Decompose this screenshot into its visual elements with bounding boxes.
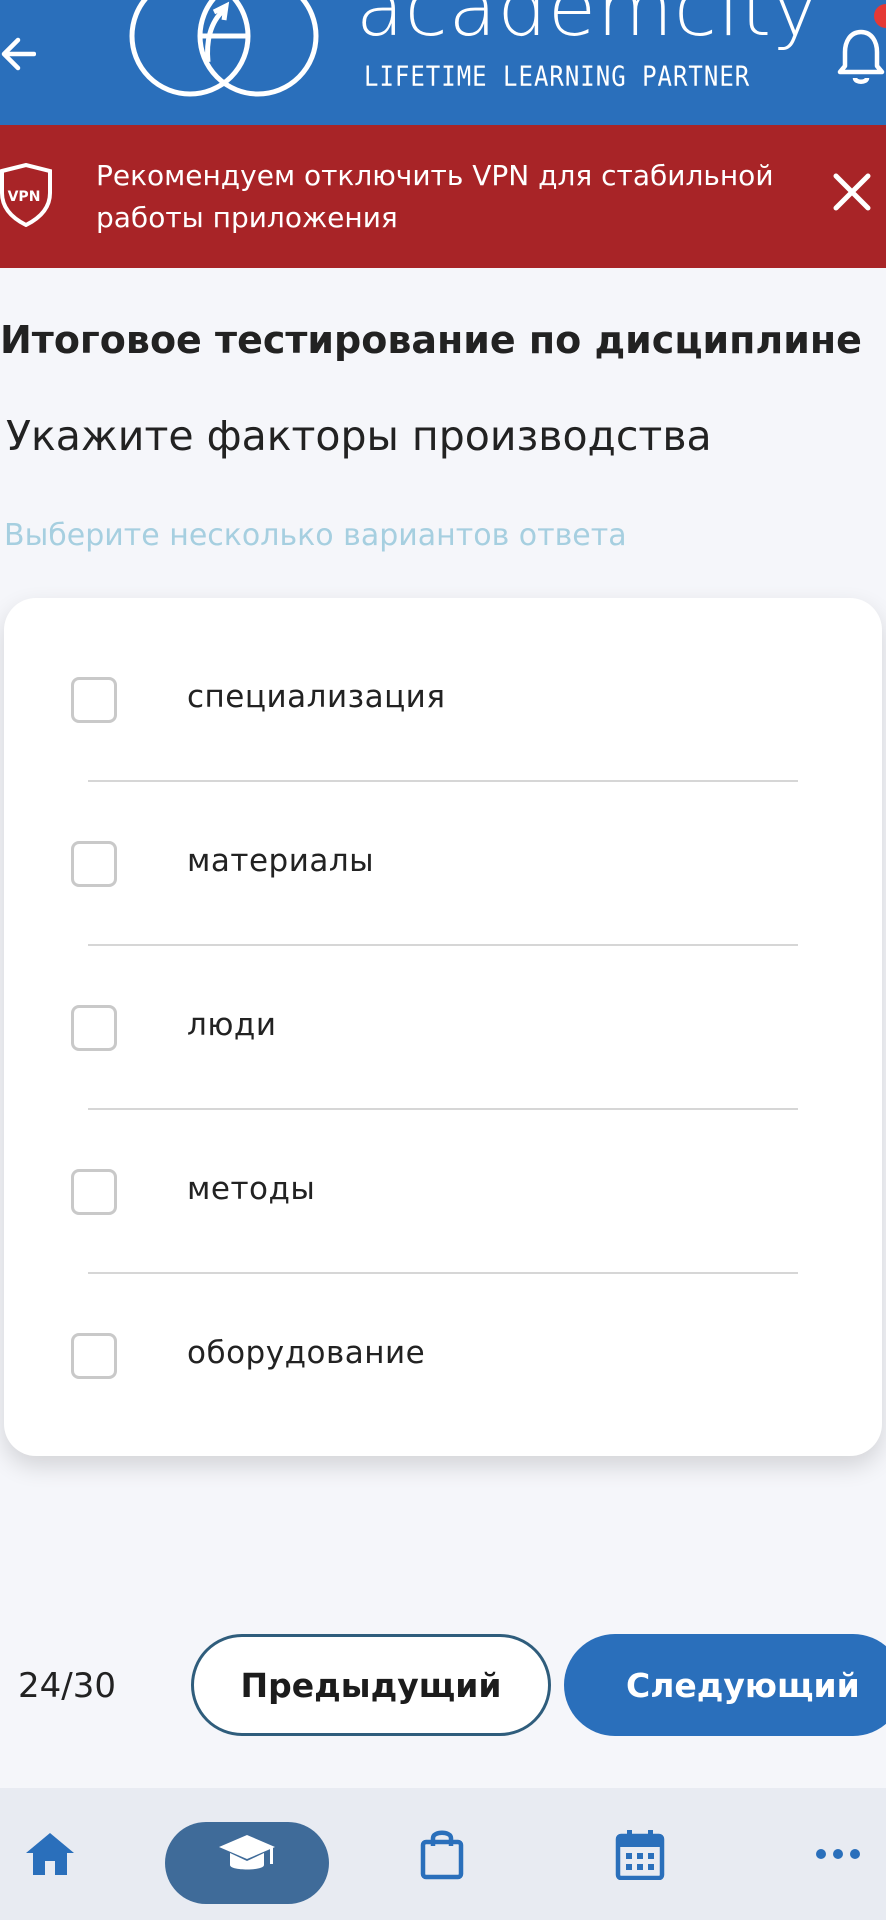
tab-calendar[interactable] — [598, 1788, 682, 1920]
bell-icon — [837, 29, 885, 84]
tab-courses[interactable] — [165, 1788, 329, 1920]
home-icon — [26, 1833, 74, 1875]
option-label: специализация — [187, 679, 446, 715]
app-header: academcity LIFETIME LEARNING PARTNER — [0, 0, 886, 125]
more-icon — [816, 1849, 860, 1859]
option-label: методы — [187, 1171, 316, 1207]
test-title: Итоговое тестирование по дисциплине — [0, 318, 862, 362]
back-button[interactable] — [0, 22, 44, 86]
option-divider — [88, 1272, 798, 1274]
option-checkbox[interactable] — [71, 841, 117, 887]
tab-home[interactable] — [10, 1788, 90, 1920]
option-label: материалы — [187, 843, 375, 879]
close-banner-button[interactable] — [830, 170, 874, 214]
shopping-bag-icon — [420, 1830, 464, 1880]
graduation-cap-icon — [219, 1835, 275, 1870]
vpn-shield-icon: VPN — [0, 163, 52, 227]
arrow-left-icon — [1, 37, 36, 71]
vpn-badge-text: VPN — [8, 189, 41, 205]
option-checkbox[interactable] — [71, 1005, 117, 1051]
previous-button[interactable]: Предыдущий — [191, 1634, 551, 1736]
option-item[interactable]: методы — [4, 1125, 882, 1255]
options-card: специализация материалы люди методы обор… — [4, 598, 882, 1456]
next-button[interactable]: Следующий — [564, 1634, 886, 1736]
option-divider — [88, 1108, 798, 1110]
option-checkbox[interactable] — [71, 1169, 117, 1215]
option-item[interactable]: материалы — [4, 797, 882, 927]
option-checkbox[interactable] — [71, 677, 117, 723]
question-text: Укажите факторы производства — [6, 412, 712, 460]
option-item[interactable]: специализация — [4, 633, 882, 763]
option-divider — [88, 944, 798, 946]
option-label: оборудование — [187, 1335, 426, 1371]
option-item[interactable]: оборудование — [4, 1289, 882, 1419]
answer-hint: Выберите несколько вариантов ответа — [4, 518, 627, 553]
notifications-button[interactable] — [836, 22, 886, 92]
brand-tagline: LIFETIME LEARNING PARTNER — [364, 60, 751, 93]
option-checkbox[interactable] — [71, 1333, 117, 1379]
calendar-icon — [615, 1830, 665, 1880]
option-item[interactable]: люди — [4, 961, 882, 1091]
logo-icon — [129, 0, 319, 97]
option-divider — [88, 780, 798, 782]
vpn-warning-message: Рекомендуем отключить VPN для стабильной… — [96, 159, 774, 234]
option-label: люди — [187, 1007, 277, 1043]
vpn-warning-banner: VPN Рекомендуем отключить VPN для стабил… — [0, 125, 886, 268]
bottom-tab-bar — [0, 1788, 886, 1920]
close-icon — [833, 173, 871, 211]
tab-shop[interactable] — [400, 1788, 484, 1920]
brand-name: academcity — [356, 0, 820, 54]
tab-more[interactable] — [800, 1788, 876, 1920]
question-counter: 24/30 — [18, 1666, 116, 1706]
